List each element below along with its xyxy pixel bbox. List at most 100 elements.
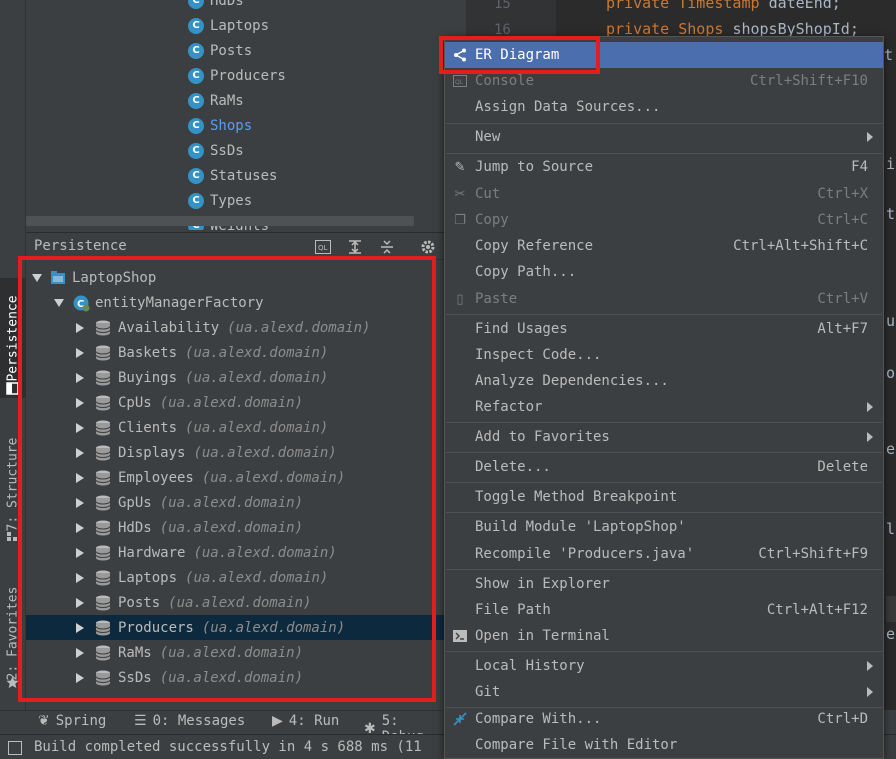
- tree-node-entity[interactable]: GpUs (ua.alexd.domain): [26, 490, 446, 515]
- class-item[interactable]: C Statuses: [188, 163, 277, 188]
- tree-node-entity[interactable]: Producers (ua.alexd.domain): [26, 615, 446, 640]
- menu-separator: [446, 512, 882, 513]
- menu-item-delete[interactable]: Delete... Delete: [445, 454, 883, 480]
- expand-arrow-icon[interactable]: [76, 622, 84, 633]
- tab-structure[interactable]: 7: Structure: [0, 420, 26, 548]
- tree-node-entity[interactable]: RaMs (ua.alexd.domain): [26, 640, 446, 665]
- class-item[interactable]: C HdDs: [188, 0, 244, 13]
- database-entity-icon: [84, 669, 118, 687]
- messages-label: 0: Messages: [152, 713, 246, 729]
- expand-arrow-icon[interactable]: [76, 672, 84, 683]
- tree-node-entity[interactable]: Clients (ua.alexd.domain): [26, 415, 446, 440]
- tree-node-entity[interactable]: Baskets (ua.alexd.domain): [26, 340, 446, 365]
- expand-arrow-icon[interactable]: [32, 273, 42, 282]
- collapse-all-icon[interactable]: [378, 238, 396, 256]
- menu-item-compare-with[interactable]: Compare With... Ctrl+D: [445, 706, 883, 732]
- horizontal-scrollbar[interactable]: [26, 216, 414, 226]
- menu-item-recompile[interactable]: Recompile 'Producers.java' Ctrl+Shift+F9: [445, 541, 883, 567]
- tree-node-entity[interactable]: Shops(ua.alexd.domain): [26, 690, 446, 694]
- expand-arrow-icon[interactable]: [76, 522, 84, 533]
- menu-item-file-path[interactable]: File Path Ctrl+Alt+F12: [445, 597, 883, 623]
- entity-package: (ua.alexd.domain): [159, 519, 304, 536]
- expand-arrow-icon[interactable]: [76, 447, 84, 458]
- tab-persistence[interactable]: Persistence: [0, 278, 26, 398]
- menu-item-analyze-dependencies[interactable]: Analyze Dependencies...: [445, 368, 883, 394]
- menu-item-build-module[interactable]: Build Module 'LaptopShop': [445, 514, 883, 540]
- gear-icon[interactable]: [419, 238, 437, 256]
- tree-node-entity[interactable]: Displays (ua.alexd.domain): [26, 440, 446, 465]
- tree-node-entity[interactable]: Employees (ua.alexd.domain): [26, 465, 446, 490]
- menu-item-assign-data-sources[interactable]: Assign Data Sources...: [445, 94, 883, 120]
- class-icon: C: [188, 167, 204, 184]
- tree-node-entity[interactable]: Buyings (ua.alexd.domain): [26, 365, 446, 390]
- spring-tool-button[interactable]: ❦ Spring: [38, 713, 106, 729]
- tree-node-entity[interactable]: SsDs (ua.alexd.domain): [26, 665, 446, 690]
- entity-package: (ua.alexd.domain): [193, 544, 337, 561]
- console-icon[interactable]: QL: [314, 238, 332, 256]
- tree-node-entity[interactable]: Availability (ua.alexd.domain): [26, 315, 446, 340]
- expand-arrow-icon[interactable]: [76, 422, 84, 433]
- tree-node-entity[interactable]: Laptops (ua.alexd.domain): [26, 565, 446, 590]
- class-icon: C: [188, 42, 204, 59]
- run-tool-button[interactable]: ▶ 4: Run: [272, 713, 339, 729]
- menu-item-paste[interactable]: ▯ Paste Ctrl+V: [445, 286, 883, 312]
- menu-shortcut: F4: [851, 159, 868, 175]
- expand-arrow-icon[interactable]: [76, 597, 84, 608]
- menu-item-new[interactable]: New: [445, 124, 883, 150]
- class-item[interactable]: C SsDs: [188, 138, 244, 163]
- class-item[interactable]: C Posts: [188, 38, 252, 63]
- tab-favorites[interactable]: 2: Favorites: [0, 568, 26, 698]
- menu-item-local-history[interactable]: Local History: [445, 653, 883, 679]
- expand-arrow-icon[interactable]: [76, 322, 84, 333]
- menu-label: Toggle Method Breakpoint: [475, 489, 678, 505]
- tree-node-entity[interactable]: HdDs (ua.alexd.domain): [26, 515, 446, 540]
- expand-arrow-icon[interactable]: [76, 472, 84, 483]
- class-item[interactable]: C Laptops: [188, 13, 269, 38]
- pencil-icon: ✎: [454, 159, 466, 175]
- scissors-icon: ✂: [454, 186, 466, 202]
- class-item[interactable]: C Types: [188, 188, 252, 213]
- expand-arrow-icon[interactable]: [76, 397, 84, 408]
- menu-item-toggle-method-breakpoint[interactable]: Toggle Method Breakpoint: [445, 484, 883, 510]
- menu-item-refactor[interactable]: Refactor: [445, 394, 883, 420]
- expand-arrow-icon[interactable]: [76, 497, 84, 508]
- expand-arrow-icon[interactable]: [76, 647, 84, 658]
- tree-node-factory[interactable]: C entityManagerFactory: [26, 290, 446, 315]
- persistence-panel-header: Persistence QL: [26, 232, 446, 260]
- expand-arrow-icon[interactable]: [76, 547, 84, 558]
- expand-arrow-icon[interactable]: [54, 298, 64, 307]
- menu-item-er-diagram[interactable]: ER Diagram: [445, 42, 883, 68]
- menu-item-console[interactable]: QL Console Ctrl+Shift+F10: [445, 68, 883, 94]
- menu-item-copy-path[interactable]: Copy Path...: [445, 259, 883, 285]
- entity-name: GpUs: [118, 494, 152, 511]
- expand-all-icon[interactable]: [346, 238, 364, 256]
- menu-item-jump-to-source[interactable]: ✎ Jump to Source F4: [445, 154, 883, 180]
- tree-node-entity[interactable]: Hardware (ua.alexd.domain): [26, 540, 446, 565]
- expand-arrow-icon[interactable]: [76, 347, 84, 358]
- menu-item-show-in-explorer[interactable]: Show in Explorer: [445, 571, 883, 597]
- menu-item-copy-reference[interactable]: Copy Reference Ctrl+Alt+Shift+C: [445, 233, 883, 259]
- class-item[interactable]: C Producers: [188, 63, 286, 88]
- expand-arrow-icon[interactable]: [76, 372, 84, 383]
- menu-item-compare-file-with-editor[interactable]: Compare File with Editor: [445, 732, 883, 758]
- database-entity-icon: [84, 569, 118, 587]
- identifier: dateEnd;: [768, 0, 841, 12]
- class-item[interactable]: C RaMs: [188, 88, 244, 113]
- menu-item-cut[interactable]: ✂ Cut Ctrl+X: [445, 181, 883, 207]
- class-item[interactable]: C Shops: [188, 113, 252, 138]
- menu-separator: [446, 651, 882, 652]
- menu-item-copy[interactable]: ❐ Copy Ctrl+C: [445, 207, 883, 233]
- expand-arrow-icon[interactable]: [76, 572, 84, 583]
- tab-structure-label: 7: Structure: [5, 437, 21, 531]
- menu-item-add-to-favorites[interactable]: Add to Favorites: [445, 424, 883, 450]
- menu-item-open-in-terminal[interactable]: Open in Terminal: [445, 623, 883, 649]
- tree-node-entity[interactable]: Posts (ua.alexd.domain): [26, 590, 446, 615]
- menu-item-inspect-code[interactable]: Inspect Code...: [445, 342, 883, 368]
- tree-node-entity[interactable]: CpUs (ua.alexd.domain): [26, 390, 446, 415]
- entity-package: (ua.alexd.domain): [185, 569, 329, 586]
- tree-node-project[interactable]: LaptopShop: [26, 265, 446, 290]
- status-window-icon[interactable]: [8, 741, 22, 755]
- menu-item-find-usages[interactable]: Find Usages Alt+F7: [445, 316, 883, 342]
- menu-item-git[interactable]: Git: [445, 679, 883, 705]
- messages-tool-button[interactable]: ☰ 0: Messages: [134, 713, 245, 729]
